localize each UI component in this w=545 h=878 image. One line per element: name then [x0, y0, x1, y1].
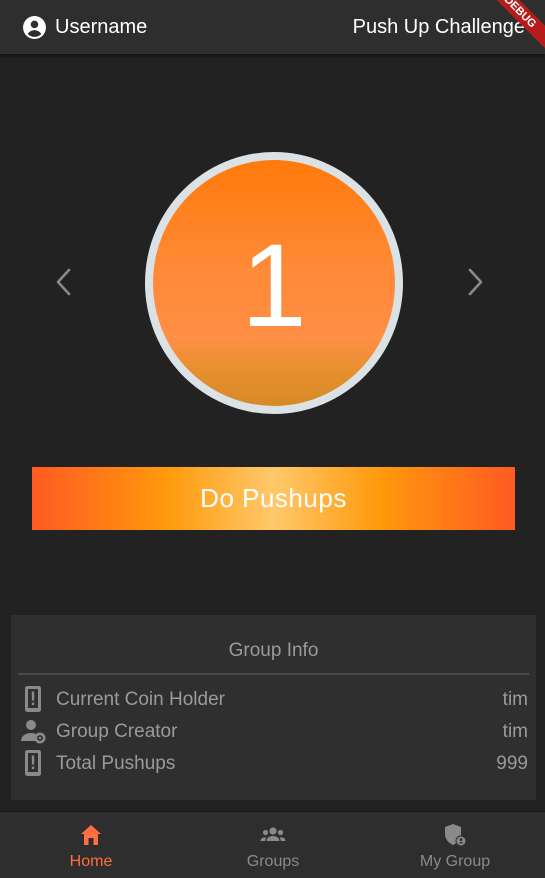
counter-circle: 1: [153, 160, 395, 406]
groups-icon: [260, 827, 286, 841]
info-label: Current Coin Holder: [56, 689, 225, 710]
info-label: Total Pushups: [56, 753, 176, 774]
nav-item-my-group[interactable]: My Group: [364, 812, 545, 878]
nav-label: Home: [69, 853, 113, 870]
group-info-title: Group Info: [228, 640, 319, 661]
app-title: Push Up Challenge: [352, 16, 525, 38]
home-icon: [81, 825, 101, 845]
app-bar: Username Push Up Challenge DEBUG: [0, 0, 545, 57]
info-row-total-pushups: Total Pushups 999: [11, 749, 536, 779]
pushup-count: 1: [241, 220, 307, 352]
info-value: 999: [496, 753, 528, 774]
shield-person-icon: [445, 824, 467, 847]
chevron-right-icon[interactable]: [464, 266, 486, 298]
pushup-counter: 1: [145, 152, 403, 414]
info-row-coin-holder: Current Coin Holder tim: [11, 685, 536, 715]
info-value: tim: [502, 689, 528, 710]
info-label: Group Creator: [56, 721, 178, 742]
nav-item-groups[interactable]: Groups: [182, 812, 364, 878]
username-label[interactable]: Username: [55, 16, 147, 39]
nav-label: Groups: [246, 853, 300, 870]
person-settings-icon: [21, 720, 46, 744]
account-circle-icon[interactable]: [22, 15, 47, 40]
divider: [18, 673, 529, 675]
group-info-card: Group Info Current Coin Holder tim Group…: [11, 615, 536, 800]
nav-label: My Group: [419, 853, 491, 870]
bottom-nav: Home Groups My Group: [0, 811, 545, 878]
info-value: tim: [502, 721, 528, 742]
info-row-group-creator: Group Creator tim: [11, 717, 536, 747]
phone-alert-icon: [25, 686, 41, 712]
chevron-left-icon[interactable]: [53, 266, 75, 298]
phone-alert-icon: [25, 750, 41, 776]
nav-item-home[interactable]: Home: [0, 812, 182, 878]
do-pushups-button[interactable]: Do Pushups: [32, 467, 515, 530]
